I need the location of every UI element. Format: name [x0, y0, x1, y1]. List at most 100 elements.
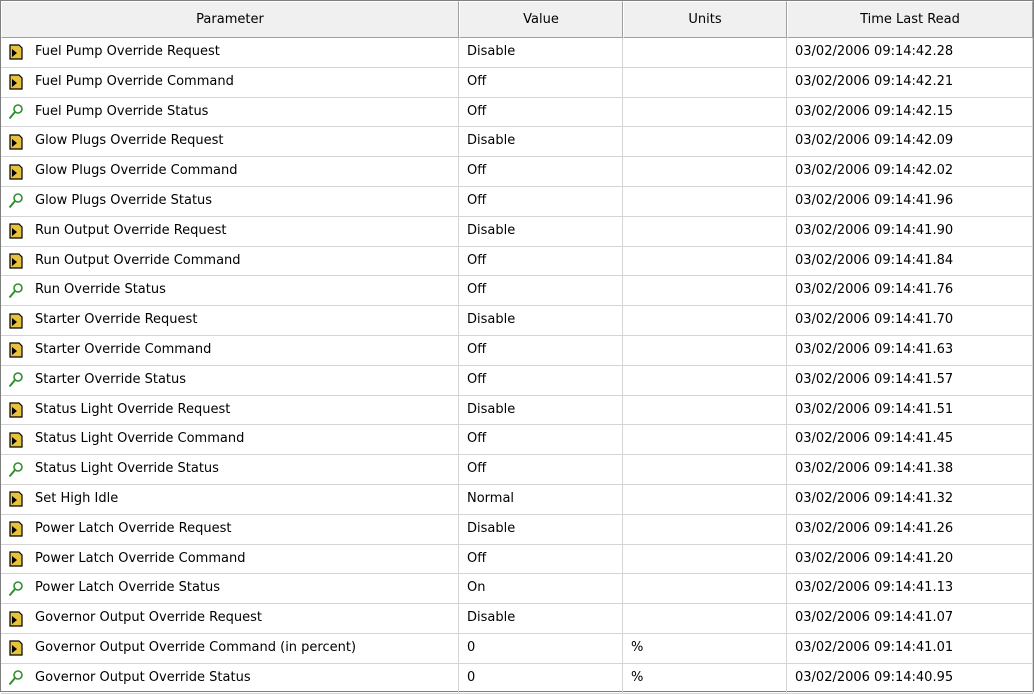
parameter-cell: Status Light Override Status	[1, 455, 459, 485]
parameter-name: Glow Plugs Override Command	[35, 163, 238, 179]
write-icon	[7, 610, 25, 628]
table-row[interactable]: Set High Idle Normal 03/02/2006 09:14:41.3…	[1, 484, 1033, 515]
parameter-cell: Starter Override Status	[1, 365, 459, 396]
value-cell: Disable	[459, 604, 623, 634]
table-row[interactable]: Starter Override Request Disable 03/02/200…	[1, 306, 1033, 336]
write-icon	[7, 73, 25, 91]
write-icon	[7, 222, 25, 240]
units-cell	[623, 186, 787, 217]
parameter-cell: Fuel Pump Override Status	[1, 97, 459, 128]
time-last-read-cell: 03/02/2006 09:14:41.57	[787, 365, 1033, 396]
table-row[interactable]: Glow Plugs Override Command Off 03/02/2006…	[1, 157, 1033, 187]
time-last-read-cell: 03/02/2006 09:14:42.28	[787, 38, 1033, 68]
column-header-units[interactable]: Units	[623, 1, 787, 38]
value-cell: Disable	[459, 306, 623, 336]
units-cell	[623, 395, 787, 426]
parameter-name: Power Latch Override Command	[35, 550, 246, 566]
table-row[interactable]: Glow Plugs Override Status Off 03/02/2006 …	[1, 186, 1033, 217]
time-last-read-cell: 03/02/2006 09:14:42.09	[787, 127, 1033, 158]
read-icon	[7, 282, 25, 300]
parameter-name: Starter Override Request	[35, 312, 198, 328]
units-cell: %	[623, 633, 787, 664]
units-cell	[623, 425, 787, 456]
units-cell	[623, 127, 787, 158]
read-icon	[7, 192, 25, 210]
parameter-cell: Fuel Pump Override Command	[1, 67, 459, 98]
table-row[interactable]: Run Output Override Command Off 03/02/2006…	[1, 246, 1033, 277]
table-row[interactable]: Starter Override Status Off 03/02/2006 09:…	[1, 365, 1033, 396]
time-last-read-cell: 03/02/2006 09:14:40.95	[787, 663, 1033, 694]
time-last-read-cell: 03/02/2006 09:14:42.21	[787, 67, 1033, 98]
units-cell	[623, 365, 787, 396]
column-header-value[interactable]: Value	[459, 1, 623, 38]
read-icon	[7, 580, 25, 598]
parameter-cell: Status Light Override Request	[1, 395, 459, 426]
units-cell	[623, 544, 787, 575]
parameter-name: Starter Override Status	[35, 371, 187, 387]
table-row[interactable]: Power Latch Override Command Off 03/02/200…	[1, 544, 1033, 575]
table-row[interactable]: Power Latch Override Request Disable 03/02…	[1, 514, 1033, 545]
table-row[interactable]: Governor Output Override Request Disable 0…	[1, 604, 1033, 634]
time-last-read-cell: 03/02/2006 09:14:41.01	[787, 633, 1033, 664]
table-row[interactable]: Status Light Override Request Disable 03/0…	[1, 395, 1033, 426]
time-last-read-cell: 03/02/2006 09:14:41.32	[787, 484, 1033, 515]
time-last-read-cell: 03/02/2006 09:14:41.13	[787, 574, 1033, 605]
write-icon	[7, 312, 25, 330]
read-icon	[7, 461, 25, 479]
parameter-name: Set High Idle	[35, 490, 119, 506]
table-row[interactable]: Fuel Pump Override Command Off 03/02/2006 …	[1, 67, 1033, 98]
value-cell: Off	[459, 544, 623, 575]
table-row[interactable]: Run Override Status Off 03/02/2006 09:14:4…	[1, 276, 1033, 307]
units-cell	[623, 216, 787, 247]
table-row[interactable]: Power Latch Override Status On 03/02/2006 …	[1, 574, 1033, 605]
parameter-cell: Run Output Override Command	[1, 246, 459, 277]
value-cell: Off	[459, 335, 623, 366]
table-row[interactable]: Status Light Override Status Off 03/02/200…	[1, 455, 1033, 485]
parameter-name: Fuel Pump Override Request	[35, 44, 220, 59]
parameter-name: Glow Plugs Override Status	[35, 192, 213, 208]
grid-body: Fuel Pump Override Request Disable 03/02/2…	[1, 38, 1033, 694]
value-cell: Disable	[459, 395, 623, 426]
table-row[interactable]: Fuel Pump Override Request Disable 03/02/2…	[1, 38, 1033, 68]
parameter-name: Starter Override Command	[35, 341, 212, 357]
read-icon	[7, 371, 25, 389]
parameter-grid: Parameter Value Units Time Last Read Fue…	[0, 0, 1034, 694]
table-row[interactable]: Fuel Pump Override Status Off 03/02/2006 0…	[1, 97, 1033, 128]
parameter-cell: Starter Override Request	[1, 306, 459, 336]
value-cell: Off	[459, 246, 623, 277]
value-cell: Disable	[459, 514, 623, 545]
parameter-cell: Governor Output Override Command (in per…	[1, 633, 459, 664]
parameter-cell: Run Override Status	[1, 276, 459, 307]
parameter-name: Power Latch Override Status	[35, 580, 221, 596]
value-cell: Disable	[459, 38, 623, 68]
parameter-name: Fuel Pump Override Status	[35, 103, 209, 119]
column-header-time-last-read[interactable]: Time Last Read	[787, 1, 1033, 38]
parameter-name: Power Latch Override Request	[35, 520, 232, 536]
value-cell: Off	[459, 67, 623, 98]
table-row[interactable]: Glow Plugs Override Request Disable 03/02/…	[1, 127, 1033, 158]
units-cell	[623, 484, 787, 515]
parameter-name: Status Light Override Command	[35, 431, 245, 447]
column-header-parameter[interactable]: Parameter	[1, 1, 459, 38]
table-row[interactable]: Starter Override Command Off 03/02/2006 09…	[1, 335, 1033, 366]
table-row[interactable]: Governor Output Override Command (in per…	[1, 633, 1033, 664]
parameter-name: Governor Output Override Command (in per…	[35, 639, 357, 655]
value-cell: Off	[459, 157, 623, 187]
table-row[interactable]: Governor Output Override Status 0% 03/02/2…	[1, 663, 1033, 694]
value-cell: Off	[459, 455, 623, 485]
parameter-cell: Glow Plugs Override Request	[1, 127, 459, 158]
table-row[interactable]: Run Output Override Request Disable 03/02/…	[1, 216, 1033, 247]
parameter-cell: Power Latch Override Status	[1, 574, 459, 605]
parameter-name: Run Override Status	[35, 282, 166, 298]
parameter-name: Governor Output Override Status	[35, 669, 251, 685]
table-row[interactable]: Status Light Override Command Off 03/02/20…	[1, 425, 1033, 456]
parameter-cell: Governor Output Override Request	[1, 604, 459, 634]
parameter-cell: Power Latch Override Command	[1, 544, 459, 575]
parameter-name: Governor Output Override Request	[35, 610, 262, 626]
units-cell	[623, 67, 787, 98]
time-last-read-cell: 03/02/2006 09:14:41.45	[787, 425, 1033, 456]
units-cell	[623, 604, 787, 634]
parameter-cell: Glow Plugs Override Status	[1, 186, 459, 217]
units-cell	[623, 514, 787, 545]
time-last-read-cell: 03/02/2006 09:14:41.38	[787, 455, 1033, 485]
